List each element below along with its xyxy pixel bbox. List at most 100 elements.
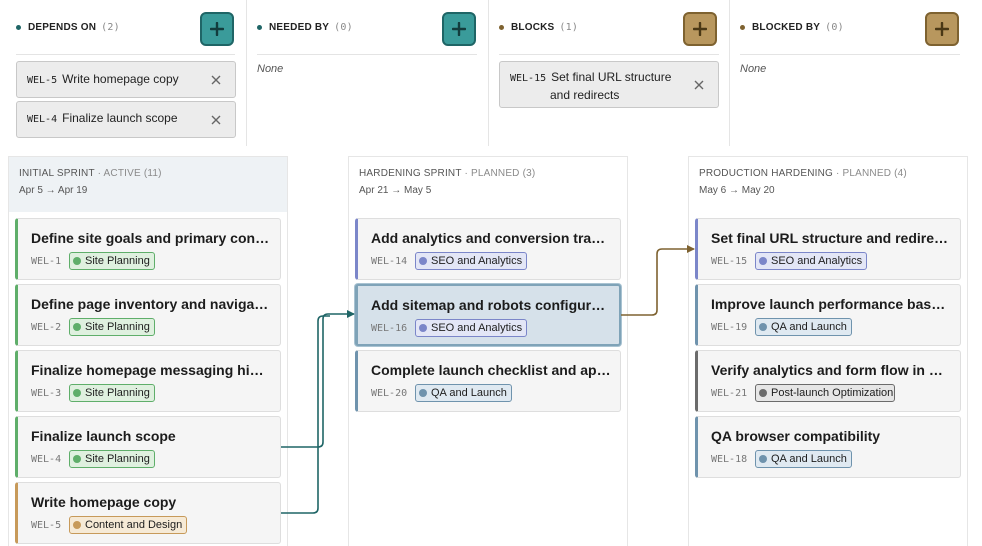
tag-dot: [759, 389, 767, 397]
sprint-header: HARDENING SPRINT · PLANNED (3): [359, 168, 535, 179]
issue-card[interactable]: QA browser compatibility WEL-18 QA and L…: [695, 416, 961, 478]
tag-label: Content and Design: [85, 519, 183, 531]
issue-card[interactable]: Finalize homepage messaging hierarchy WE…: [15, 350, 281, 412]
issue-title: Define site goals and primary conversion…: [31, 230, 271, 246]
blocked-by-count: (0): [825, 22, 844, 33]
tag-label: QA and Launch: [431, 387, 507, 399]
needed-by-label: NEEDED BY: [269, 22, 330, 33]
issue-title: QA browser compatibility: [711, 428, 881, 444]
issue-key: WEL-2: [31, 322, 62, 333]
epic-tag[interactable]: QA and Launch: [755, 318, 852, 336]
plus-icon: [693, 22, 707, 36]
issue-card[interactable]: Set final URL structure and redirects WE…: [695, 218, 961, 280]
plus-icon: [935, 22, 949, 36]
dependency-chip[interactable]: WEL-5 Write homepage copy: [16, 61, 236, 98]
issue-title: Finalize homepage messaging hierarchy: [31, 362, 271, 378]
issue-key: WEL-4: [27, 114, 58, 125]
close-icon[interactable]: [694, 80, 704, 90]
tag-dot: [759, 323, 767, 331]
tag-dot: [759, 257, 767, 265]
issue-key: WEL-5: [31, 520, 62, 531]
issue-card[interactable]: Verify analytics and form flow in produc…: [695, 350, 961, 412]
epic-tag[interactable]: Site Planning: [69, 450, 155, 468]
tag-label: Site Planning: [85, 255, 150, 267]
issue-key: WEL-5: [27, 75, 58, 86]
blocks-header: BLOCKS (1): [499, 22, 578, 33]
epic-tag[interactable]: Post-launch Optimization: [755, 384, 895, 402]
issue-key: WEL-1: [31, 256, 62, 267]
epic-tag[interactable]: Content and Design: [69, 516, 188, 534]
tag-dot: [73, 323, 81, 331]
plus-icon: [210, 22, 224, 36]
tag-dot: [73, 257, 81, 265]
sprint-status: · ACTIVE (11): [94, 168, 162, 179]
issue-key: WEL-14: [371, 256, 408, 267]
epic-tag[interactable]: SEO and Analytics: [755, 252, 868, 270]
dependency-chip[interactable]: WEL-4 Finalize launch scope: [16, 101, 236, 138]
blocks-column: BLOCKS (1) WEL-15 Set final URL structure…: [489, 0, 730, 146]
issue-card[interactable]: Improve launch performance baselines WEL…: [695, 284, 961, 346]
tag-dot: [73, 455, 81, 463]
tag-dot: [759, 455, 767, 463]
empty-state: None: [257, 63, 284, 75]
sprint-name: INITIAL SPRINT: [19, 168, 95, 179]
issue-key: WEL-15: [711, 256, 748, 267]
issue-title-continued: and redirects: [550, 88, 620, 102]
sprint-name: PRODUCTION HARDENING: [699, 168, 834, 179]
blocks-label: BLOCKS: [511, 22, 555, 33]
epic-tag[interactable]: SEO and Analytics: [415, 319, 528, 337]
add-blocked-by-button[interactable]: [925, 12, 959, 46]
tag-label: Post-launch Optimization: [771, 387, 894, 399]
epic-tag[interactable]: QA and Launch: [415, 384, 512, 402]
issue-card[interactable]: Define site goals and primary conversion…: [15, 218, 281, 280]
tag-dot: [73, 521, 81, 529]
tag-label: SEO and Analytics: [771, 255, 863, 267]
status-dot: [499, 25, 504, 30]
add-depends-on-button[interactable]: [200, 12, 234, 46]
issue-title: Complete launch checklist and approvals: [371, 362, 611, 378]
issue-card[interactable]: Write homepage copy WEL-5 Content and De…: [15, 482, 281, 544]
status-dot: [740, 25, 745, 30]
close-icon[interactable]: [211, 115, 221, 125]
tag-dot: [419, 257, 427, 265]
needed-by-column: NEEDED BY (0) None: [247, 0, 489, 146]
close-icon[interactable]: [211, 75, 221, 85]
tag-label: Site Planning: [85, 321, 150, 333]
blocks-count: (1): [559, 22, 579, 33]
sprint-status: · PLANNED (4): [833, 168, 907, 179]
tag-label: Site Planning: [85, 387, 150, 399]
tag-label: SEO and Analytics: [431, 255, 523, 267]
epic-tag[interactable]: Site Planning: [69, 318, 155, 336]
needed-by-header: NEEDED BY (0): [257, 22, 353, 33]
tag-dot: [73, 389, 81, 397]
issue-key: WEL-20: [371, 388, 408, 399]
epic-tag[interactable]: Site Planning: [69, 252, 155, 270]
issue-key: WEL-15: [510, 73, 547, 84]
issue-title: Finalize launch scope: [31, 428, 176, 444]
issue-card[interactable]: Add analytics and conversion tracking WE…: [355, 218, 621, 280]
issue-title: Add sitemap and robots configuration: [371, 297, 611, 313]
divider: [499, 54, 719, 55]
divider: [16, 54, 235, 55]
issue-key: WEL-16: [371, 323, 408, 334]
status-dot: [257, 25, 262, 30]
issue-title: Write homepage copy: [31, 494, 177, 510]
add-blocks-button[interactable]: [683, 12, 717, 46]
dependency-arrow: [281, 310, 355, 448]
tag-label: QA and Launch: [771, 453, 847, 465]
issue-title: Finalize launch scope: [62, 111, 178, 125]
add-needed-by-button[interactable]: [442, 12, 476, 46]
issue-card[interactable]: Complete launch checklist and approvals …: [355, 350, 621, 412]
depends-on-count: (2): [101, 22, 120, 33]
dependency-chip[interactable]: WEL-15 Set final URL structure and redire…: [499, 61, 719, 108]
issue-card[interactable]: Finalize launch scope WEL-4 Site Plannin…: [15, 416, 281, 478]
sprint-dates: May 6 → May 20: [699, 185, 775, 196]
depends-on-column: DEPENDS ON (2) WEL-5 Write homepage copy …: [0, 0, 247, 146]
issue-title: Improve launch performance baselines: [711, 296, 951, 312]
dependency-arrow: [281, 315, 330, 514]
epic-tag[interactable]: Site Planning: [69, 384, 155, 402]
epic-tag[interactable]: SEO and Analytics: [415, 252, 528, 270]
issue-card[interactable]: Define page inventory and navigation str…: [15, 284, 281, 346]
epic-tag[interactable]: QA and Launch: [755, 450, 852, 468]
issue-card-selected[interactable]: Add sitemap and robots configuration WEL…: [355, 284, 621, 346]
